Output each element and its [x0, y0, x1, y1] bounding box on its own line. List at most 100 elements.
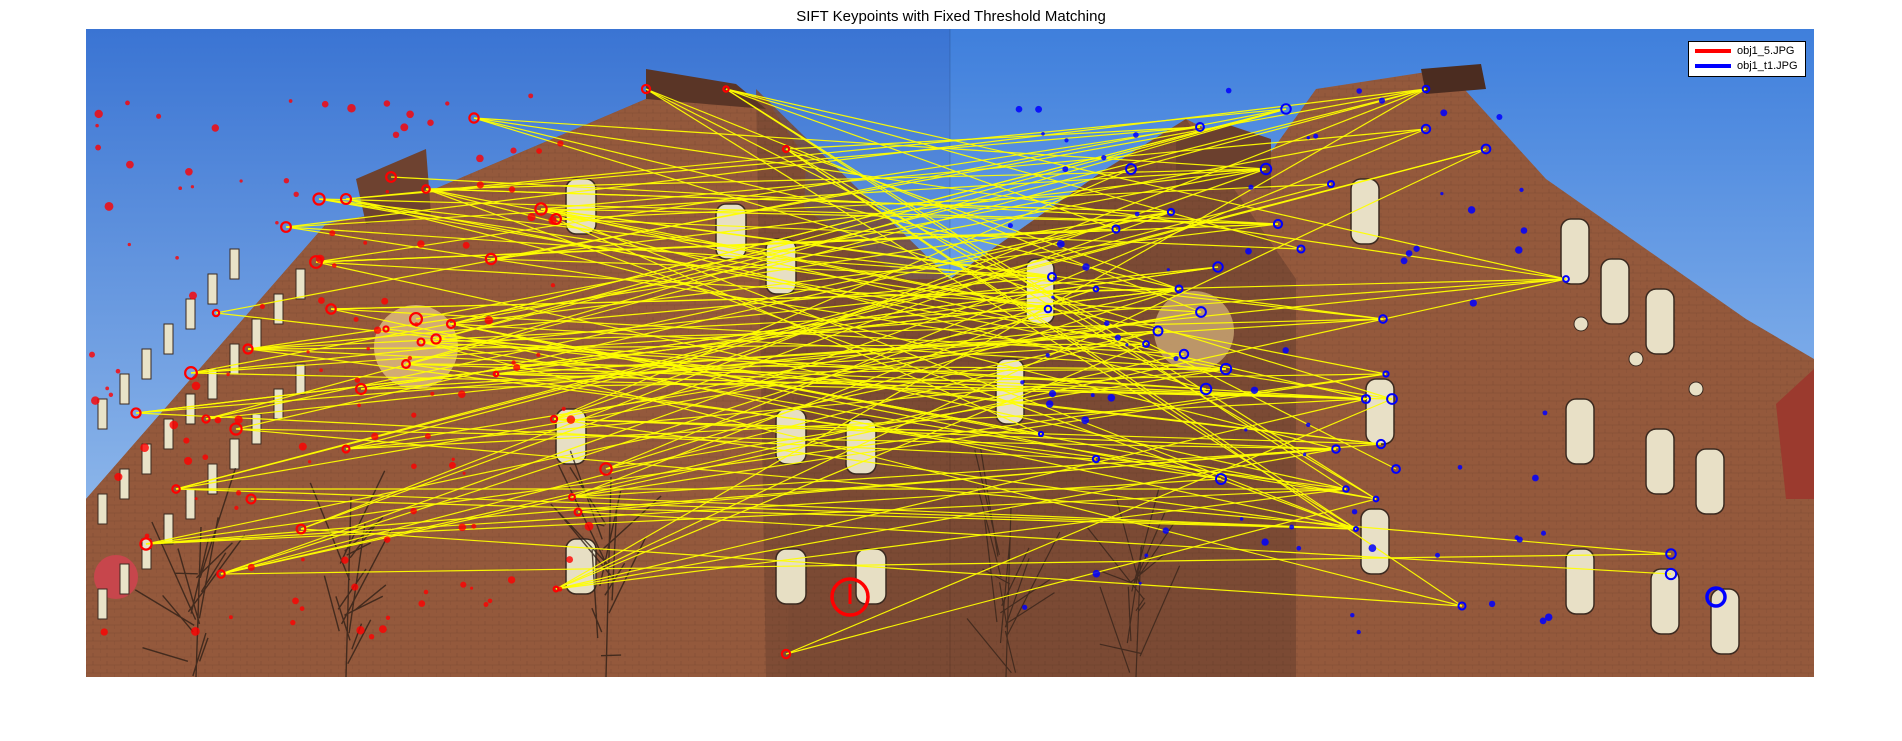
keypoint-marker	[1356, 629, 1361, 635]
keypoint-marker	[239, 179, 243, 183]
keypoint-marker	[315, 254, 325, 264]
window	[295, 268, 306, 300]
window	[119, 468, 130, 500]
keypoint-marker	[1440, 191, 1444, 196]
keypoint-marker	[125, 100, 130, 106]
keypoint-marker	[550, 283, 556, 288]
keypoint-marker	[1045, 353, 1050, 358]
legend-label-right: obj1_t1.JPG	[1737, 60, 1798, 72]
window	[1565, 398, 1595, 465]
keypoint-marker	[476, 154, 484, 163]
keypoint-marker	[460, 581, 467, 588]
keypoint-marker	[1261, 538, 1269, 546]
keypoint-marker	[462, 471, 466, 475]
keypoint-marker	[1514, 535, 1520, 540]
keypoint-marker	[319, 368, 323, 373]
keypoint-marker	[228, 615, 233, 620]
keypoint-marker	[1162, 527, 1170, 534]
keypoint-marker	[301, 557, 305, 562]
keypoint-marker	[407, 355, 413, 361]
legend-label-left: obj1_5.JPG	[1737, 45, 1795, 57]
keypoint-marker	[275, 221, 279, 225]
keypoint-marker	[194, 497, 198, 501]
keypoint-marker	[307, 460, 312, 464]
keypoint-marker	[1302, 452, 1307, 457]
keypoint-marker	[383, 100, 391, 107]
keypoint-marker	[185, 167, 193, 176]
legend-swatch-blue	[1695, 64, 1731, 68]
keypoint-marker	[510, 147, 517, 154]
keypoint-marker	[1413, 245, 1420, 252]
window	[251, 318, 262, 350]
keypoint-marker	[1045, 400, 1054, 408]
keypoint-marker	[288, 99, 293, 103]
keypoint-marker	[191, 627, 200, 636]
keypoint-marker	[1051, 295, 1055, 299]
keypoint-marker	[1540, 530, 1547, 536]
keypoint-marker	[1134, 211, 1140, 217]
keypoint-marker	[105, 386, 110, 391]
keypoint-marker	[1542, 410, 1548, 416]
keypoint-marker	[1144, 553, 1149, 558]
keypoint-marker	[1114, 334, 1122, 341]
keypoint-marker	[331, 263, 337, 268]
keypoint-marker	[561, 406, 566, 412]
keypoint-marker	[1125, 343, 1129, 347]
keypoint-marker	[1248, 184, 1254, 190]
keypoint-marker	[1015, 105, 1023, 113]
keypoint-marker	[1305, 422, 1311, 428]
window	[1365, 378, 1395, 445]
keypoint-marker	[1022, 604, 1028, 610]
keypoint-marker	[536, 352, 541, 357]
keypoint-marker	[1250, 386, 1259, 394]
keypoint-marker	[1007, 223, 1013, 229]
keypoint-marker	[191, 381, 201, 391]
keypoint-marker	[189, 291, 197, 300]
keypoint-marker	[451, 457, 455, 461]
window	[185, 298, 196, 330]
keypoint-marker	[144, 533, 150, 539]
keypoint-marker	[385, 615, 391, 620]
window	[207, 273, 218, 305]
keypoint-marker	[1351, 508, 1358, 515]
keypoint-marker	[1138, 581, 1142, 585]
keypoint-marker	[1020, 380, 1025, 385]
keypoint-marker	[1457, 464, 1463, 470]
keypoint-marker	[354, 377, 361, 383]
keypoint-marker	[566, 556, 574, 564]
right-roof-top	[1421, 64, 1486, 94]
round-window	[1688, 381, 1704, 397]
keypoint-marker	[214, 416, 222, 424]
keypoint-marker	[430, 391, 435, 396]
keypoint-marker	[140, 443, 149, 453]
keypoint-marker	[126, 160, 134, 169]
keypoint-marker	[1035, 105, 1043, 113]
keypoint-marker	[462, 241, 470, 249]
keypoint-marker	[156, 113, 162, 119]
keypoint-marker	[566, 415, 576, 424]
keypoint-marker	[318, 297, 325, 304]
keypoint-marker	[1532, 474, 1539, 482]
keypoint-marker	[1539, 617, 1547, 625]
keypoint-marker	[290, 619, 296, 626]
keypoint-marker	[114, 472, 123, 481]
window	[775, 548, 807, 605]
keypoint-marker	[1245, 247, 1252, 255]
keypoint-marker	[470, 586, 474, 590]
keypoint-marker	[371, 432, 379, 441]
keypoint-marker	[1515, 246, 1523, 254]
keypoint-marker	[169, 420, 179, 430]
image-panel	[86, 29, 1814, 677]
keypoint-marker	[127, 242, 131, 247]
keypoint-marker	[1062, 166, 1069, 173]
keypoint-marker	[1400, 257, 1408, 265]
keypoint-marker	[1488, 600, 1496, 608]
keypoint-marker	[1368, 544, 1377, 552]
keypoint-marker	[457, 390, 466, 399]
keypoint-marker	[1296, 545, 1302, 551]
keypoint-marker	[1166, 268, 1170, 272]
window	[295, 363, 306, 395]
keypoint-marker	[385, 189, 390, 194]
round-window	[1573, 316, 1589, 332]
keypoint-marker	[400, 123, 409, 132]
